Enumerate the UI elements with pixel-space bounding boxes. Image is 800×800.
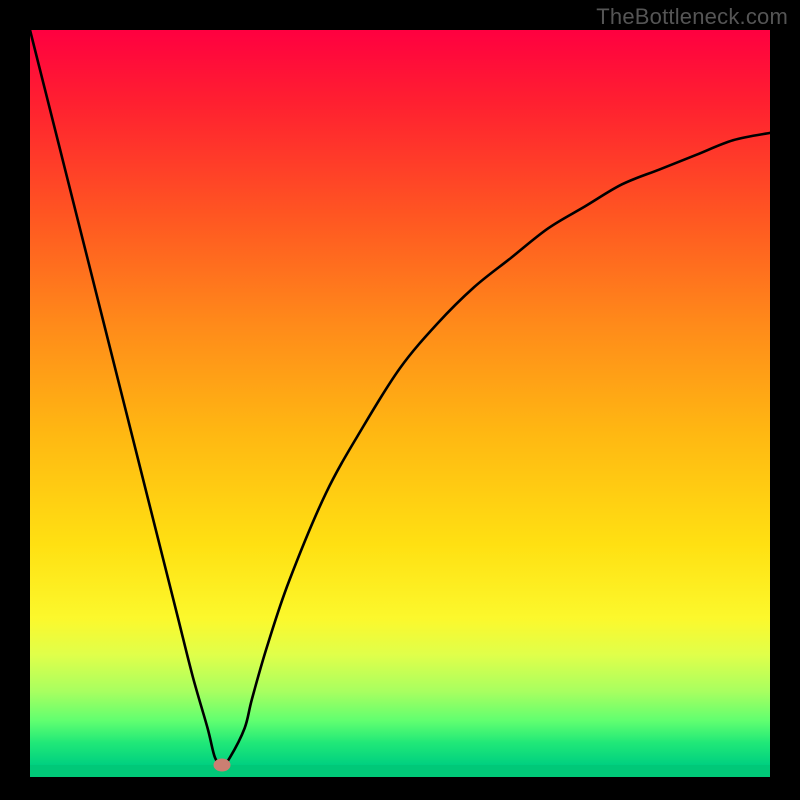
- minimum-marker: [214, 759, 231, 772]
- green-band: [30, 765, 770, 777]
- bottleneck-curve: [30, 30, 770, 765]
- chart-container: TheBottleneck.com: [0, 0, 800, 800]
- watermark: TheBottleneck.com: [596, 4, 788, 30]
